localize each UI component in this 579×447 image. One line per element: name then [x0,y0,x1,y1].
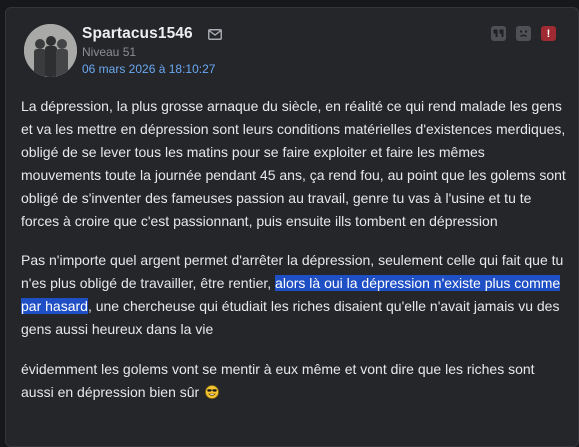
avatar[interactable] [24,24,77,77]
author-name[interactable]: Spartacus1546 [82,25,193,43]
avatar-image [24,24,77,77]
paragraph-text: , une chercheuse qui étudiait les riches… [21,298,560,337]
paragraph: La dépression, la plus grosse arnaque du… [21,98,566,229]
author-level: Niveau 51 [82,45,137,59]
envelope-icon[interactable] [208,27,222,40]
paragraph: Pas n'importe quel argent permet d'arrêt… [21,249,566,341]
post-date-link[interactable]: 06 mars 2026 à 18:10:27 [82,62,215,76]
post-actions: ! [491,26,556,41]
paragraph-text: évidemment les golems vont se mentir à e… [21,361,535,400]
report-icon[interactable]: ! [541,26,556,41]
quote-icon[interactable] [491,26,506,41]
ignore-user-icon[interactable] [516,26,531,41]
smiley-sunglasses-icon [205,383,220,399]
post-content: La dépression, la plus grosse arnaque du… [21,95,566,420]
paragraph: évidemment les golems vont se mentir à e… [21,358,566,404]
forum-post: Spartacus1546 Niveau 51 06 mars 2026 à 1… [5,7,579,447]
